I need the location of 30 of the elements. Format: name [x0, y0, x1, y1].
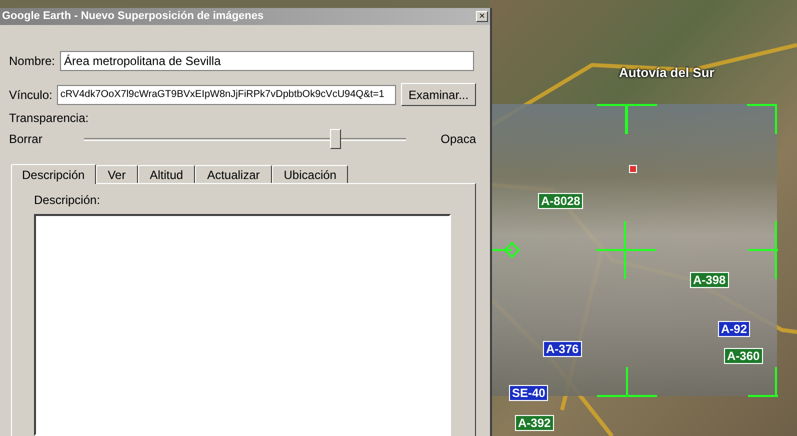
road-shield: A-398 — [690, 272, 729, 288]
link-field[interactable]: cRV4dk7OoX7l9cWraGT9BVxEIpW8nJjFiRPk7vDpbtbOk9cVcU94Q&t=1 — [57, 84, 396, 104]
transparency-label: Transparencia: — [8, 110, 90, 127]
transparency-slider[interactable] — [84, 129, 406, 149]
tab[interactable]: Actualizar — [195, 165, 272, 183]
place-marker-icon[interactable] — [629, 165, 637, 173]
satellite-map[interactable]: Autovía del Sur A-8028 A-398 A-92 A-376 A-360 SE-40 A-392 — [490, 0, 797, 436]
tab[interactable]: Ubicación — [272, 165, 348, 183]
field-label: Nombre: — [9, 53, 56, 70]
slider-thumb[interactable] — [330, 129, 342, 149]
road-shield: A-92 — [718, 321, 750, 337]
close-button[interactable]: × — [476, 11, 488, 22]
name-field[interactable]: Área metropolitana de Sevilla — [60, 51, 474, 71]
tab[interactable]: Altitud — [138, 165, 196, 183]
description-field[interactable] — [34, 214, 451, 436]
window-title: Google Earth - Nuevo Superposición de imágenes — [2, 9, 264, 24]
road-shield: A-392 — [515, 415, 554, 431]
description-label: Descripción: — [34, 192, 102, 209]
field-label: Vínculo: — [9, 86, 52, 104]
road-shield: A-8028 — [538, 193, 584, 209]
slider-max-label: Opaca — [440, 131, 476, 148]
road-shield: A-360 — [724, 348, 763, 364]
road-label: Autovía del Sur — [619, 64, 714, 82]
tab[interactable]: Ver — [96, 165, 138, 183]
slider-min-label: Borrar — [9, 131, 44, 148]
tab[interactable]: Descripción — [11, 164, 96, 184]
road-shield: A-376 — [543, 341, 582, 357]
browse-button[interactable]: Examinar... — [401, 83, 476, 106]
road-shield: SE-40 — [509, 385, 548, 401]
diamond-handle-icon[interactable] — [504, 242, 520, 258]
